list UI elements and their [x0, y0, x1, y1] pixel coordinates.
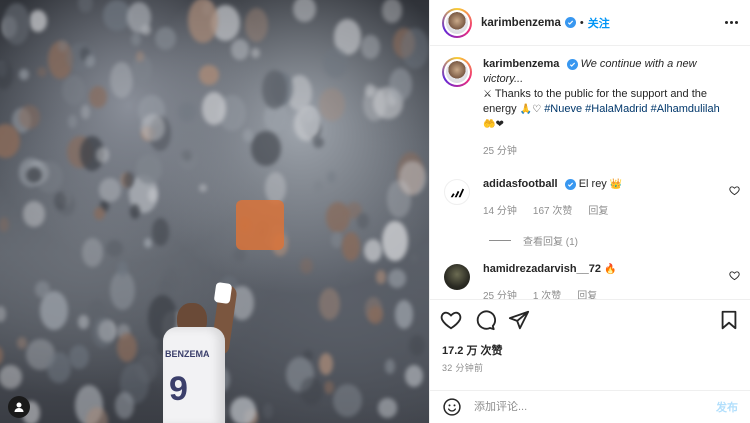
caption-avatar[interactable] — [442, 57, 472, 87]
crown-emoji: 👑 — [609, 179, 623, 190]
hashtag-alhamdulilah[interactable]: #Alhamdulilah — [651, 103, 720, 115]
comment-text: El rey — [578, 178, 607, 190]
commenter-avatar[interactable] — [444, 264, 470, 290]
fire-emoji: 🔥 — [604, 264, 617, 275]
reply-button[interactable]: 回复 — [577, 289, 597, 299]
comment-time[interactable]: 14 分钟 — [483, 204, 517, 219]
post-comment-button[interactable]: 发布 — [716, 399, 738, 415]
comment-username[interactable]: hamidrezadarvish__72 — [483, 263, 601, 275]
author-username[interactable]: karimbenzema — [481, 17, 561, 29]
reply-button[interactable]: 回复 — [588, 204, 608, 219]
hashtag-halamadrid[interactable]: #HalaMadrid — [585, 103, 647, 115]
add-comment-bar: 发布 — [430, 390, 750, 423]
posted-time[interactable]: 32 分钟前 — [442, 361, 483, 374]
likes-count[interactable]: 17.2 万 次赞 — [442, 342, 503, 358]
jersey-number: 9 — [169, 370, 188, 408]
like-heart-icon[interactable] — [440, 309, 462, 331]
comment-row: adidasfootball El rey 👑 14 分钟 167 次赞 回复 — [442, 177, 740, 219]
jersey-name: BENZEMA — [165, 349, 210, 359]
comments-list[interactable]: karimbenzema We continue with a new vict… — [430, 47, 750, 299]
comment-row: hamidrezadarvish__72 🔥 25 分钟 1 次赞 回复 — [442, 262, 740, 299]
verified-badge-icon — [566, 58, 578, 70]
orange-shirt-spectator — [236, 200, 284, 250]
post-header: karimbenzema • 关注 — [430, 0, 750, 46]
caption-row: karimbenzema We continue with a new vict… — [442, 57, 738, 159]
comment-bubble-icon[interactable] — [474, 309, 496, 331]
crossed-swords-emoji: ⚔ — [483, 89, 492, 100]
comment-time[interactable]: 25 分钟 — [483, 289, 517, 299]
pray-heart-emoji: 🙏♡ — [519, 104, 542, 115]
comment-username[interactable]: adidasfootball — [483, 178, 558, 190]
verified-badge-icon — [564, 17, 576, 28]
hashtag-nueve[interactable]: #Nueve — [544, 103, 582, 115]
follow-button[interactable]: 关注 — [588, 15, 610, 31]
wristband — [213, 281, 233, 305]
emoji-picker-icon[interactable] — [442, 397, 462, 417]
caption-username[interactable]: karimbenzema — [483, 58, 559, 70]
comment-likes[interactable]: 167 次赞 — [533, 204, 572, 219]
separator-dot: • — [579, 16, 584, 29]
view-replies-button[interactable]: 查看回复 (1) — [489, 233, 738, 248]
share-paper-plane-icon[interactable] — [508, 309, 530, 331]
post-actions — [430, 299, 750, 339]
caption-time[interactable]: 25 分钟 — [483, 144, 517, 159]
hands-heart-emoji: 🤲❤ — [483, 119, 504, 130]
verified-badge-icon — [564, 178, 576, 190]
comment-input[interactable] — [474, 401, 716, 413]
adidas-avatar[interactable] — [444, 179, 470, 205]
more-options-icon[interactable] — [725, 21, 738, 24]
like-comment-heart-icon[interactable] — [729, 270, 740, 281]
replies-line — [489, 240, 511, 241]
like-comment-heart-icon[interactable] — [729, 185, 740, 196]
player-figure: BENZEMA 9 — [155, 265, 245, 423]
post-panel: karimbenzema • 关注 karimbenzema We contin… — [429, 0, 750, 423]
comment-likes[interactable]: 1 次赞 — [533, 289, 561, 299]
view-replies-label: 查看回复 (1) — [523, 237, 578, 248]
tagged-user-icon[interactable] — [8, 396, 30, 418]
save-bookmark-icon[interactable] — [718, 309, 740, 331]
author-avatar[interactable] — [442, 7, 472, 38]
adidas-logo-icon — [450, 188, 465, 197]
post-photo[interactable]: BENZEMA 9 — [0, 0, 429, 423]
